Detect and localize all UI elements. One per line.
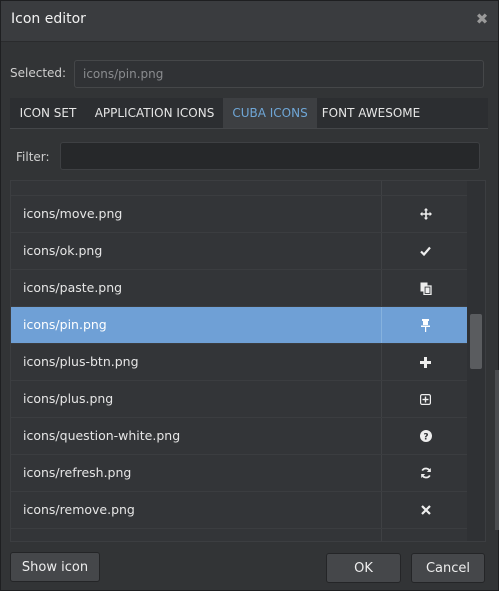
icon-path-cell: icons/plus.png [23,391,114,406]
table-row[interactable]: icons/pin.png [11,307,469,344]
icon-path-cell: icons/ok.png [23,243,103,258]
icon-path-cell: icons/question-white.png [23,428,181,443]
icon-path-cell: icons/move.png [23,206,123,221]
table-row-partial[interactable] [11,181,469,196]
filter-input[interactable] [60,142,480,170]
column-divider [381,181,382,195]
dialog-header: Icon editor ✖ [1,1,498,42]
remove-icon [382,492,469,528]
tab-font-awesome[interactable]: FONT AWESOME [317,98,425,128]
table-row[interactable]: icons/remove.png [11,492,469,529]
table-row[interactable]: icons/refresh.png [11,455,469,492]
svg-text:?: ? [423,432,428,442]
paste-icon [382,270,469,306]
selected-label: Selected: [10,66,67,80]
show-icon-button[interactable]: Show icon [10,552,100,582]
scrollbar-thumb[interactable] [470,314,482,369]
tab-cuba-icons[interactable]: CUBA ICONS [223,98,317,128]
tab-icon-set[interactable]: ICON SET [10,98,86,128]
icon-path-cell: icons/pin.png [23,317,107,332]
icon-path-cell: icons/remove.png [23,502,135,517]
pin-icon [382,307,469,343]
icon-path-cell: icons/refresh.png [23,465,132,480]
icon-path-cell: icons/paste.png [23,280,123,295]
check-icon [382,233,469,269]
table-row[interactable]: icons/paste.png [11,270,469,307]
icon-path-cell: icons/plus-btn.png [23,354,139,369]
table-row[interactable]: icons/move.png [11,196,469,233]
ok-button[interactable]: OK [326,553,401,583]
column-divider [381,529,382,541]
icon-source-tabs: ICON SET APPLICATION ICONS CUBA ICONS FO… [10,98,488,129]
dialog-title: Icon editor [11,11,86,27]
cancel-button[interactable]: Cancel [411,553,485,583]
filter-label: Filter: [16,150,50,164]
close-icon[interactable]: ✖ [475,12,489,27]
table-row[interactable]: icons/plus.png [11,381,469,418]
icon-editor-dialog: Icon editor ✖ Selected: icons/pin.png IC… [0,0,499,591]
icons-table-body: icons/move.png icons/ok.png icons/paste.pn… [11,181,469,541]
plus-icon [382,344,469,380]
tab-application-icons[interactable]: APPLICATION ICONS [86,98,223,128]
window-scrollbar[interactable] [495,370,499,530]
table-row-partial[interactable] [11,529,469,541]
table-row[interactable]: icons/question-white.png? [11,418,469,455]
table-row[interactable]: icons/plus-btn.png [11,344,469,381]
refresh-icon [382,455,469,491]
table-row[interactable]: icons/ok.png [11,233,469,270]
selected-field: icons/pin.png [74,60,484,88]
move-icon [382,196,469,232]
question-circle-icon: ? [382,418,469,454]
plus-square-icon [382,381,469,417]
table-scrollbar[interactable] [467,181,485,541]
icons-table: icons/move.png icons/ok.png icons/paste.pn… [10,180,486,542]
